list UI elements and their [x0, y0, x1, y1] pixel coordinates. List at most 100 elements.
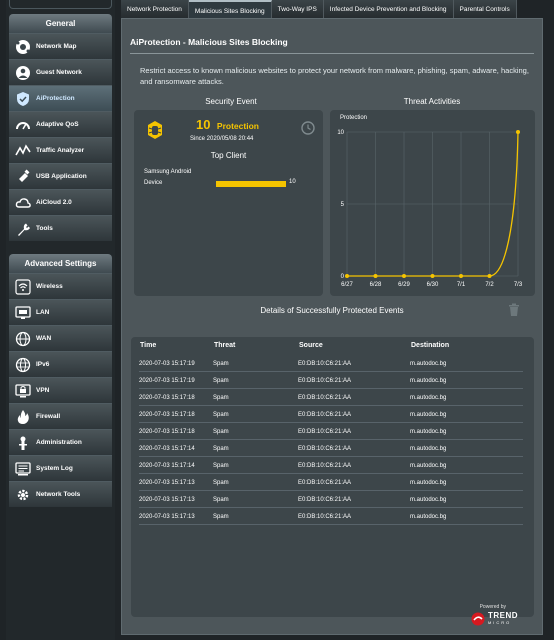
sidebar-item-network-tools[interactable]: Network Tools: [9, 481, 112, 507]
wan-globe-icon: [15, 331, 31, 347]
data-point: [459, 274, 463, 278]
general-section-title: General: [9, 14, 112, 33]
sidebar-item-administration[interactable]: Administration: [9, 429, 112, 455]
sidebar-item-label: Administration: [36, 439, 82, 446]
event-count-label: Protection: [216, 121, 259, 131]
usb-icon: [15, 169, 31, 185]
cell-source: E0:DB:10:C6:21:AA: [298, 429, 352, 435]
tools-icon: [15, 221, 31, 237]
sidebar-item-label: System Log: [36, 465, 73, 472]
sidebar-item-tools[interactable]: Tools: [9, 215, 112, 241]
cell-source: E0:DB:10:C6:21:AA: [298, 361, 352, 367]
tab-two-way-ips[interactable]: Two-Way IPS: [271, 0, 324, 18]
sidebar-item-system-log[interactable]: System Log: [9, 455, 112, 481]
general-menu: Network Map Guest Network AiProtection Adap…: [9, 33, 112, 241]
sidebar-item-label: Adaptive QoS: [36, 121, 79, 128]
data-point: [345, 274, 349, 278]
sidebar-top-frame: [9, 0, 112, 9]
sidebar-item-wan[interactable]: WAN: [9, 325, 112, 351]
sidebar-item-label: LAN: [36, 309, 50, 316]
sidebar-item-aicloud-2-0[interactable]: AiCloud 2.0: [9, 189, 112, 215]
firewall-icon: [15, 409, 31, 425]
cell-destination: m.autodoc.bg: [410, 378, 447, 384]
x-tick-label: 6/27: [341, 282, 353, 288]
since-date: Since 2020/05/08 20:44: [190, 136, 254, 142]
cell-time: 2020-07-03 15:17:18: [139, 395, 195, 401]
sidebar-item-label: IPv6: [36, 361, 50, 368]
tab-malicious-sites-blocking[interactable]: Malicious Sites Blocking: [188, 0, 272, 20]
vpn-icon: [15, 383, 31, 399]
cell-time: 2020-07-03 15:17:13: [139, 514, 195, 520]
cell-time: 2020-07-03 15:17:14: [139, 446, 195, 452]
security-event-card: 10 Protection Since 2020/05/08 20:44 Top…: [134, 110, 323, 296]
table-row: 2020-07-03 15:17:14 Spam E0:DB:10:C6:21:AA…: [139, 457, 523, 474]
cell-destination: m.autodoc.bg: [410, 429, 447, 435]
cell-destination: m.autodoc.bg: [410, 480, 447, 486]
data-point: [487, 274, 492, 278]
history-icon[interactable]: [300, 120, 316, 136]
cell-threat: Spam: [213, 429, 229, 435]
tab-network-protection[interactable]: Network Protection: [121, 0, 189, 18]
sidebar-item-lan[interactable]: LAN: [9, 299, 112, 325]
table-row: 2020-07-03 15:17:13 Spam E0:DB:10:C6:21:AA…: [139, 491, 523, 508]
malicious-bug-icon: [145, 120, 165, 140]
guest-network-icon: [15, 65, 31, 81]
sidebar-item-label: AiCloud 2.0: [36, 199, 72, 206]
system-log-icon: [15, 461, 31, 477]
y-tick-label: 5: [341, 202, 345, 208]
data-point: [373, 274, 378, 278]
cell-source: E0:DB:10:C6:21:AA: [298, 514, 352, 520]
event-count-line: 10 Protection: [196, 116, 259, 134]
x-tick-label: 6/30: [427, 282, 439, 288]
threat-activities-heading: Threat Activities: [403, 97, 461, 106]
cell-source: E0:DB:10:C6:21:AA: [298, 497, 352, 503]
sidebar-item-label: WAN: [36, 335, 52, 342]
sidebar-item-network-map[interactable]: Network Map: [9, 33, 112, 59]
network-tools-icon: [15, 487, 31, 503]
sidebar-item-traffic-analyzer[interactable]: Traffic Analyzer: [9, 137, 112, 163]
title-divider: [130, 53, 534, 54]
table-row: 2020-07-03 15:17:18 Spam E0:DB:10:C6:21:AA…: [139, 406, 523, 423]
sidebar-item-vpn[interactable]: VPN: [9, 377, 112, 403]
cell-source: E0:DB:10:C6:21:AA: [298, 446, 352, 452]
tab-parental-controls[interactable]: Parental Controls: [453, 0, 517, 18]
advanced-menu: Wireless LAN WAN IPv6 VPN Firewall Administrat…: [9, 273, 112, 507]
cell-threat: Spam: [213, 514, 229, 520]
cell-time: 2020-07-03 15:17:19: [139, 378, 195, 384]
sidebar-item-label: VPN: [36, 387, 50, 394]
cell-source: E0:DB:10:C6:21:AA: [298, 395, 352, 401]
cell-threat: Spam: [213, 446, 229, 452]
y-tick-label: 0: [341, 274, 345, 280]
lan-icon: [15, 305, 31, 321]
trash-icon[interactable]: [508, 303, 520, 317]
event-count: 10: [196, 117, 211, 132]
sidebar-item-firewall[interactable]: Firewall: [9, 403, 112, 429]
column-header-destination: Destination: [411, 342, 450, 349]
sidebar-item-adaptive-qos[interactable]: Adaptive QoS: [9, 111, 112, 137]
y-tick-label: 10: [337, 130, 344, 136]
sidebar-item-usb-application[interactable]: USB Application: [9, 163, 112, 189]
cell-source: E0:DB:10:C6:21:AA: [298, 463, 352, 469]
ipv6-icon: [15, 357, 31, 373]
sidebar-item-label: Wireless: [36, 283, 63, 290]
sidebar-item-wireless[interactable]: Wireless: [9, 273, 112, 299]
x-tick-label: 7/2: [485, 282, 494, 288]
sidebar-item-ipv6[interactable]: IPv6: [9, 351, 112, 377]
table-row: 2020-07-03 15:17:14 Spam E0:DB:10:C6:21:AA…: [139, 440, 523, 457]
tab-infected-device-prevention-and-blocking[interactable]: Infected Device Prevention and Blocking: [323, 0, 454, 18]
sidebar-item-guest-network[interactable]: Guest Network: [9, 59, 112, 85]
sidebar-item-label: Network Map: [36, 43, 77, 50]
main-panel: AiProtection - Malicious Sites Blocking …: [121, 18, 543, 635]
cell-source: E0:DB:10:C6:21:AA: [298, 412, 352, 418]
column-header-time: Time: [140, 342, 157, 349]
table-row: 2020-07-03 15:17:19 Spam E0:DB:10:C6:21:AA…: [139, 355, 523, 372]
wireless-icon: [15, 278, 31, 295]
x-tick-label: 6/29: [398, 282, 410, 288]
cell-destination: m.autodoc.bg: [410, 514, 447, 520]
sidebar-item-label: Tools: [36, 225, 53, 232]
table-row: 2020-07-03 15:17:18 Spam E0:DB:10:C6:21:AA…: [139, 389, 523, 406]
cell-destination: m.autodoc.bg: [410, 412, 447, 418]
cell-destination: m.autodoc.bg: [410, 395, 447, 401]
sidebar-item-aiprotection[interactable]: AiProtection: [9, 85, 112, 111]
top-client-heading: Top Client: [210, 151, 247, 160]
